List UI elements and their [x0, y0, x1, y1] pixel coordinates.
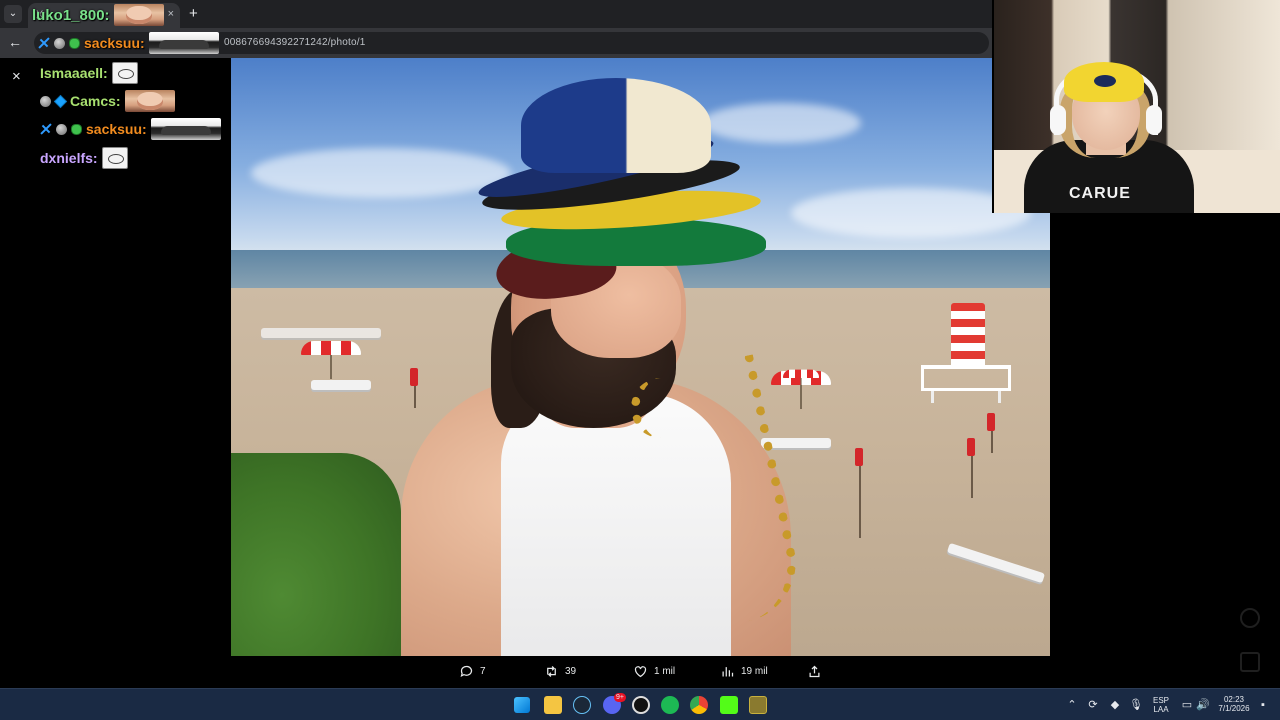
emote-face-icon [124, 90, 175, 112]
emote-sketch-icon [101, 147, 128, 169]
volume-icon[interactable]: 🔊 [1196, 698, 1210, 712]
chat-message: Camcs: [40, 89, 175, 113]
screen: ⌄ X × + luko1_800: ← 008676694392271242/… [0, 0, 1280, 720]
app-icon[interactable] [749, 696, 767, 714]
sync-icon[interactable]: ⟳ [1086, 698, 1100, 712]
language-code: ESP [1152, 696, 1169, 705]
reply-count: 7 [480, 666, 486, 677]
reply-icon [460, 665, 473, 678]
reply-button[interactable]: 7 [459, 664, 486, 679]
sword-badge-icon [38, 37, 50, 49]
lifeguard-tower [921, 303, 1011, 403]
layout-code: LAA [1153, 705, 1169, 714]
chat-message: sacksuu: [40, 117, 221, 141]
tweet-action-bar: 7 39 1 mil 19 mil [231, 660, 1050, 686]
chat-message: dxnielfs: [40, 146, 128, 170]
windows-taskbar: 9+ ⌃ ⟳ ◆ 🎙 ESP LAA ▭ 🔊 02:23 7/1/2026 ▪ [0, 688, 1280, 720]
share-icon [809, 665, 820, 678]
emote-sketch-icon [111, 62, 138, 84]
red-flag [967, 438, 975, 498]
clock-time: 02:23 [1223, 695, 1245, 704]
emote-car-icon [150, 118, 221, 140]
beach-chairs [311, 380, 371, 390]
chat-username: sacksuu: [86, 121, 147, 137]
clock-date: 7/1/2026 [1218, 704, 1250, 713]
repost-count: 39 [565, 666, 577, 677]
url-text: 008676694392271242/photo/1 [224, 37, 366, 48]
chat-username: sacksuu: [84, 35, 145, 51]
faint-icon [1240, 608, 1260, 628]
chat-username: Ismaaaell: [40, 65, 108, 81]
beach-chairs [261, 328, 381, 338]
heart-icon [634, 666, 647, 678]
microphone-icon[interactable]: 🎙 [1129, 698, 1143, 712]
views-count: 19 mil [741, 666, 768, 677]
file-explorer-icon[interactable] [544, 696, 562, 714]
discord-badge: 9+ [614, 693, 626, 702]
grass [231, 453, 401, 656]
obs-icon[interactable] [632, 696, 650, 714]
chat-username: Camcs: [70, 93, 121, 109]
grey-badge-icon [40, 95, 51, 107]
tweet-photo[interactable] [231, 58, 1050, 656]
chat-username: dxnielfs: [40, 150, 98, 166]
person [381, 78, 807, 656]
frog-badge-icon [71, 123, 82, 135]
chat-message-toolbar: sacksuu: [38, 31, 219, 55]
webcam-overlay: CARUE [992, 0, 1280, 213]
frog-badge-icon [69, 37, 80, 49]
back-arrow-icon[interactable]: ← [8, 34, 22, 50]
repost-icon [547, 666, 556, 677]
cube-badge-icon [53, 94, 68, 108]
red-flag [987, 413, 995, 453]
views-icon [722, 667, 734, 677]
chat-message: Ismaaaell: [40, 61, 138, 85]
steam-icon[interactable] [573, 696, 591, 714]
emote-face-icon [113, 4, 164, 26]
views-button[interactable]: 19 mil [720, 664, 768, 679]
shield-icon[interactable]: ◆ [1108, 698, 1122, 712]
red-flag [855, 448, 863, 538]
like-count: 1 mil [654, 666, 676, 677]
emote-car-icon [148, 32, 219, 54]
close-icon[interactable]: × [12, 68, 21, 85]
clock[interactable]: 02:23 7/1/2026 [1214, 695, 1254, 713]
chat-message-top: luko1_800: [32, 3, 164, 27]
grey-badge-icon [56, 123, 67, 135]
chrome-icon[interactable] [690, 696, 708, 714]
windows-start-icon[interactable] [514, 697, 530, 713]
grey-badge-icon [54, 37, 65, 49]
repost-button[interactable]: 39 [544, 664, 576, 679]
new-tab-button[interactable]: + [189, 5, 198, 22]
shirt-text: CARUE [1069, 185, 1131, 202]
like-button[interactable]: 1 mil [633, 664, 675, 679]
network-icon[interactable]: ▭ [1180, 698, 1194, 712]
tab-close-icon[interactable]: × [168, 8, 174, 20]
kick-icon[interactable] [720, 696, 738, 714]
chat-username: luko1_800: [32, 6, 110, 24]
chevron-up-icon[interactable]: ⌃ [1065, 698, 1079, 712]
notification-icon[interactable]: ▪ [1256, 698, 1270, 712]
sword-badge-icon [40, 123, 52, 135]
spotify-icon[interactable] [661, 696, 679, 714]
tab-search-button[interactable]: ⌄ [4, 5, 22, 23]
share-button[interactable] [807, 664, 822, 679]
language-indicator[interactable]: ESP LAA [1150, 696, 1172, 714]
mail-icon [1240, 652, 1260, 672]
